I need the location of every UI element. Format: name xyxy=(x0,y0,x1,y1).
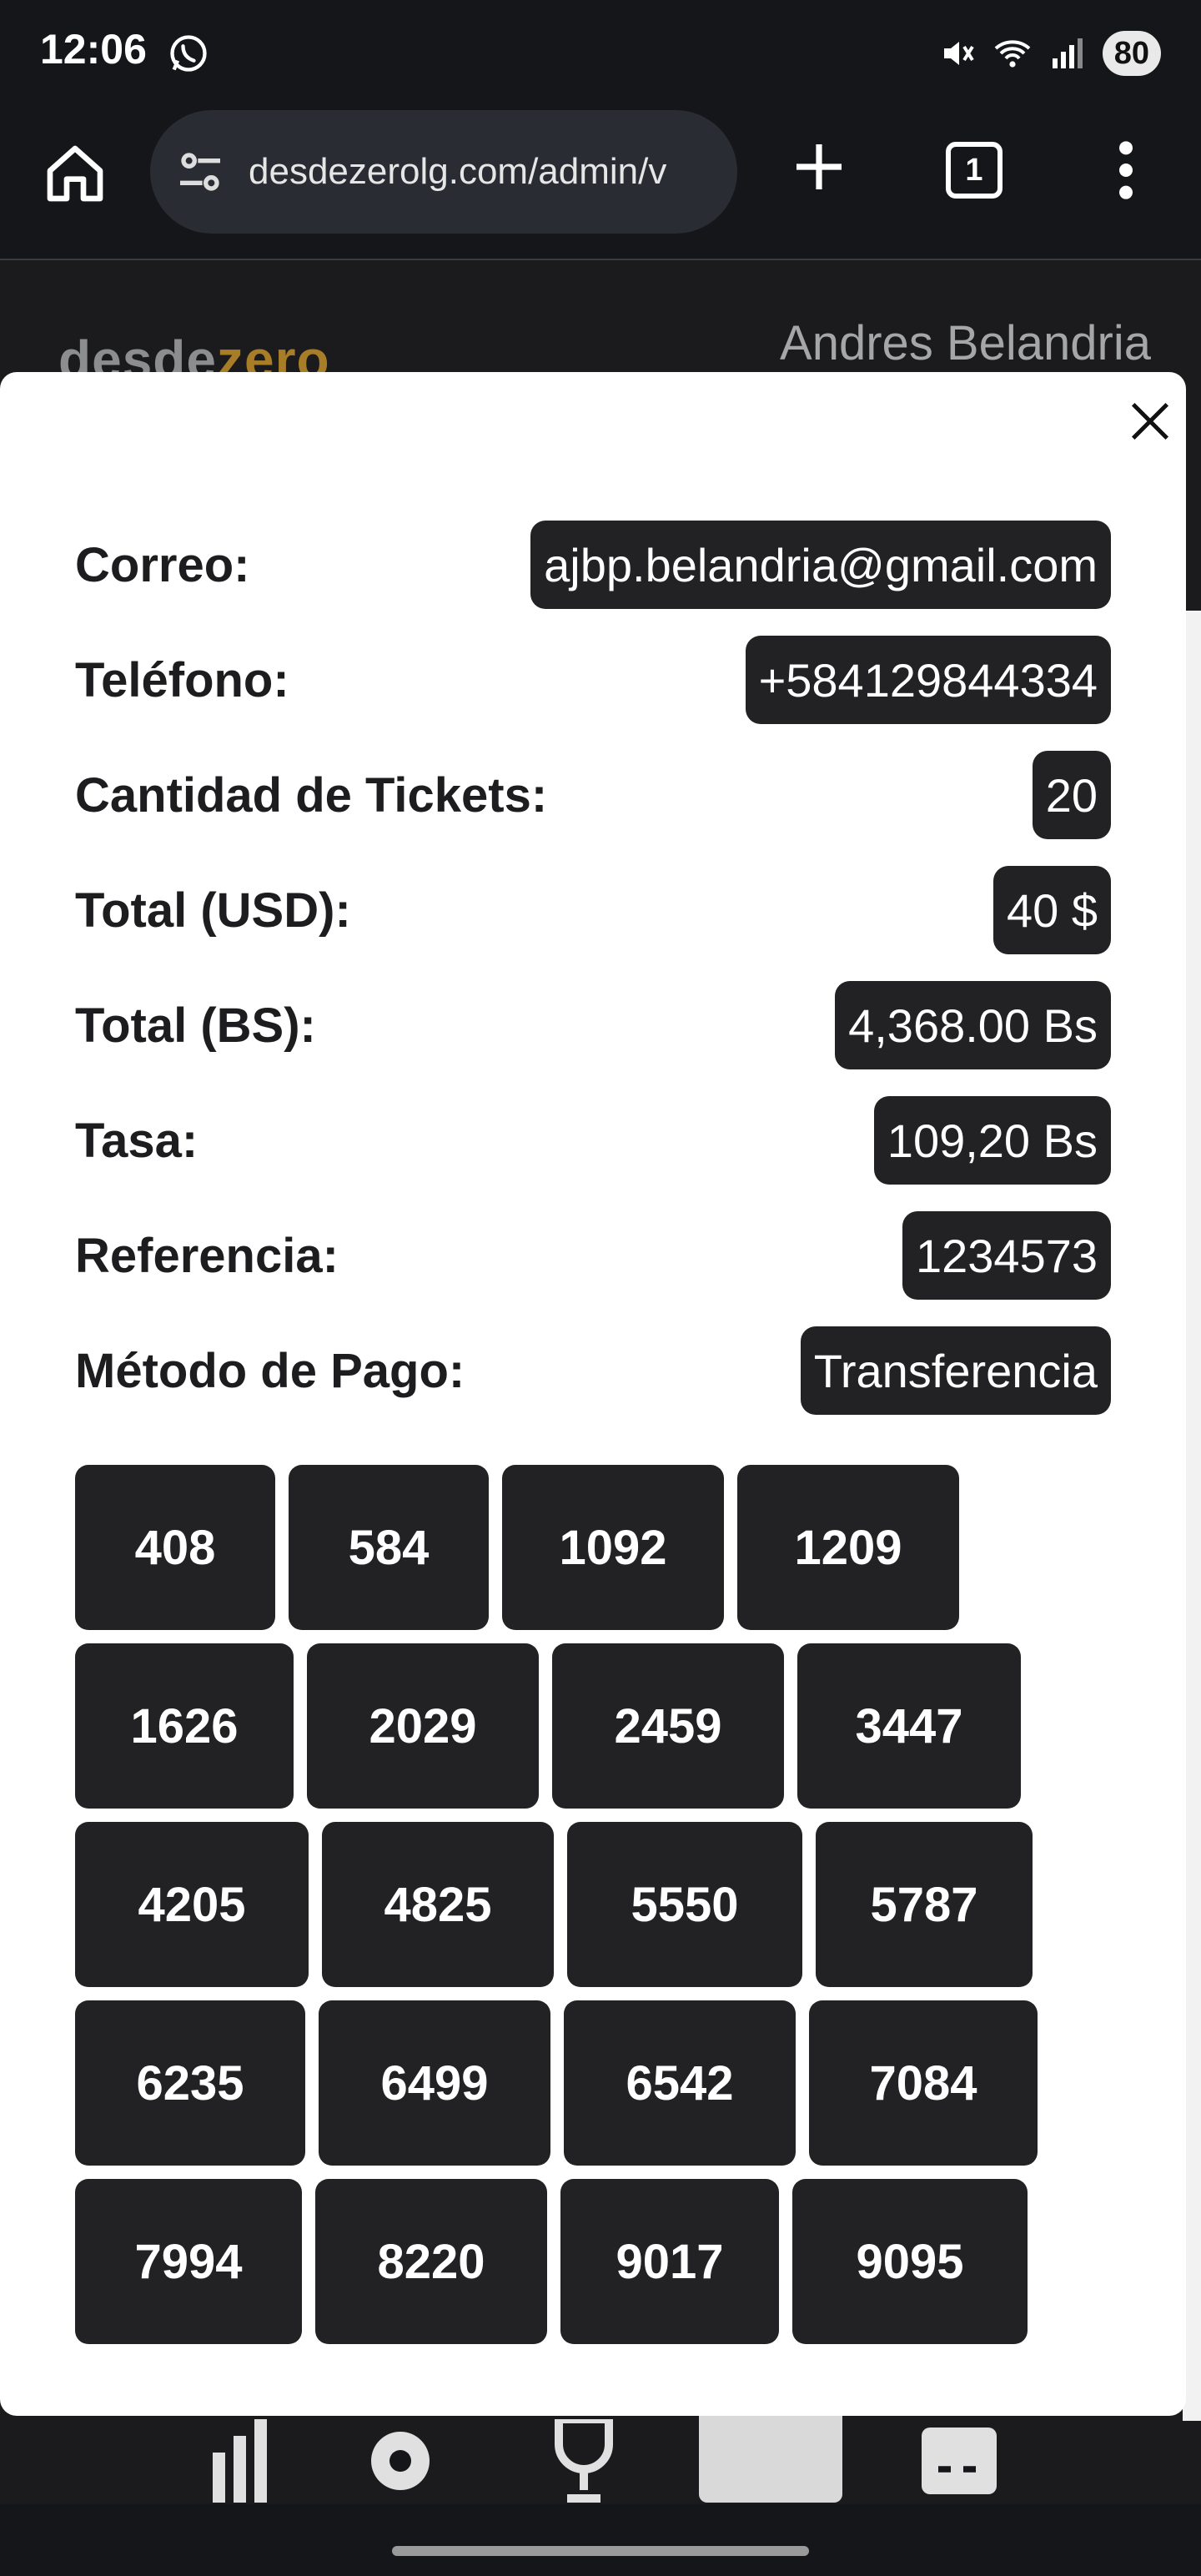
field-label: Teléfono: xyxy=(75,652,289,707)
status-time: 12:06 xyxy=(40,26,147,73)
field-value: 20 xyxy=(1032,751,1111,839)
address-bar[interactable]: desdezerolg.com/admin/v xyxy=(150,110,737,234)
user-name: Andres Belandria xyxy=(780,316,1151,370)
trophy-icon[interactable] xyxy=(534,2419,634,2503)
ticket-number: 9017 xyxy=(560,2179,779,2344)
tickets-icon[interactable] xyxy=(699,2402,842,2503)
stats-icon[interactable] xyxy=(192,2419,292,2503)
field-label: Método de Pago: xyxy=(75,1343,465,1398)
whatsapp-icon xyxy=(170,35,207,72)
field-label: Tasa: xyxy=(75,1113,198,1168)
ticket-number: 6235 xyxy=(75,2000,305,2166)
ticket-number: 7994 xyxy=(75,2179,302,2344)
signal-icon xyxy=(1052,38,1083,68)
ticket-number: 1626 xyxy=(75,1643,294,1809)
ticket-number: 2459 xyxy=(552,1643,784,1809)
menu-icon[interactable] xyxy=(1109,137,1143,204)
ticket-number: 1209 xyxy=(737,1465,959,1630)
field-payment-method: Método de Pago: Transferencia xyxy=(75,1326,1111,1415)
mute-icon xyxy=(943,42,974,65)
ticket-number: 3447 xyxy=(797,1643,1021,1809)
field-total-usd: Total (USD): 40 $ xyxy=(75,866,1111,954)
ticket-number: 6499 xyxy=(319,2000,550,2166)
field-value: ajbp.belandria@gmail.com xyxy=(530,521,1111,609)
field-phone: Teléfono: +584129844334 xyxy=(75,636,1111,724)
field-ticket-count: Cantidad de Tickets: 20 xyxy=(75,751,1111,839)
ticket-number: 8220 xyxy=(315,2179,547,2344)
ticket-number: 1092 xyxy=(502,1465,724,1630)
field-label: Cantidad de Tickets: xyxy=(75,767,548,823)
field-value: 40 $ xyxy=(993,866,1111,954)
field-reference: Referencia: 1234573 xyxy=(75,1211,1111,1300)
field-total-bs: Total (BS): 4,368.00 Bs xyxy=(75,981,1111,1069)
payments-icon[interactable] xyxy=(909,2419,1009,2503)
bottom-nav xyxy=(0,2402,1201,2528)
field-value: 4,368.00 Bs xyxy=(835,981,1111,1069)
field-email: Correo: ajbp.belandria@gmail.com xyxy=(75,521,1111,609)
field-value: 109,20 Bs xyxy=(873,1096,1111,1185)
close-icon[interactable] xyxy=(1128,399,1173,444)
site-settings-icon[interactable] xyxy=(173,145,227,199)
new-tab-icon[interactable] xyxy=(789,137,849,197)
tab-switcher-button[interactable]: 1 xyxy=(946,142,1003,199)
ticket-number: 5550 xyxy=(567,1822,802,1987)
home-icon[interactable] xyxy=(42,140,108,207)
browser-toolbar: desdezerolg.com/admin/v 1 xyxy=(0,103,1201,260)
ticket-number: 9095 xyxy=(792,2179,1028,2344)
field-label: Total (USD): xyxy=(75,883,351,938)
gesture-bar[interactable] xyxy=(392,2546,809,2556)
ticket-number: 5787 xyxy=(816,1822,1033,1987)
ticket-number: 584 xyxy=(289,1465,489,1630)
field-value: Transferencia xyxy=(800,1326,1111,1415)
settings-icon[interactable] xyxy=(350,2419,450,2503)
ticket-row: 1626 2029 2459 3447 xyxy=(75,1643,1126,1809)
ticket-row: 6235 6499 6542 7084 xyxy=(75,2000,1126,2166)
field-label: Correo: xyxy=(75,537,250,592)
wifi-icon xyxy=(994,40,1031,68)
status-indicators: 80 xyxy=(937,28,1161,78)
field-label: Total (BS): xyxy=(75,998,316,1053)
field-value: +584129844334 xyxy=(745,636,1111,724)
ticket-number: 4205 xyxy=(75,1822,309,1987)
field-value: 1234573 xyxy=(902,1211,1111,1300)
ticket-number: 4825 xyxy=(322,1822,554,1987)
ticket-number: 2029 xyxy=(307,1643,539,1809)
field-rate: Tasa: 109,20 Bs xyxy=(75,1096,1111,1185)
url-text: desdezerolg.com/admin/v xyxy=(249,151,667,192)
ticket-number: 6542 xyxy=(564,2000,796,2166)
battery-indicator: 80 xyxy=(1102,31,1161,76)
ticket-number: 7084 xyxy=(809,2000,1038,2166)
ticket-row: 408 584 1092 1209 xyxy=(75,1465,1126,1630)
ticket-row: 7994 8220 9017 9095 xyxy=(75,2179,1126,2344)
ticket-numbers: 408 584 1092 1209 1626 2029 2459 3447 42… xyxy=(75,1465,1126,2357)
field-label: Referencia: xyxy=(75,1228,339,1283)
ticket-row: 4205 4825 5550 5787 xyxy=(75,1822,1126,1987)
ticket-number: 408 xyxy=(75,1465,275,1630)
status-bar: 12:06 80 xyxy=(0,0,1201,103)
